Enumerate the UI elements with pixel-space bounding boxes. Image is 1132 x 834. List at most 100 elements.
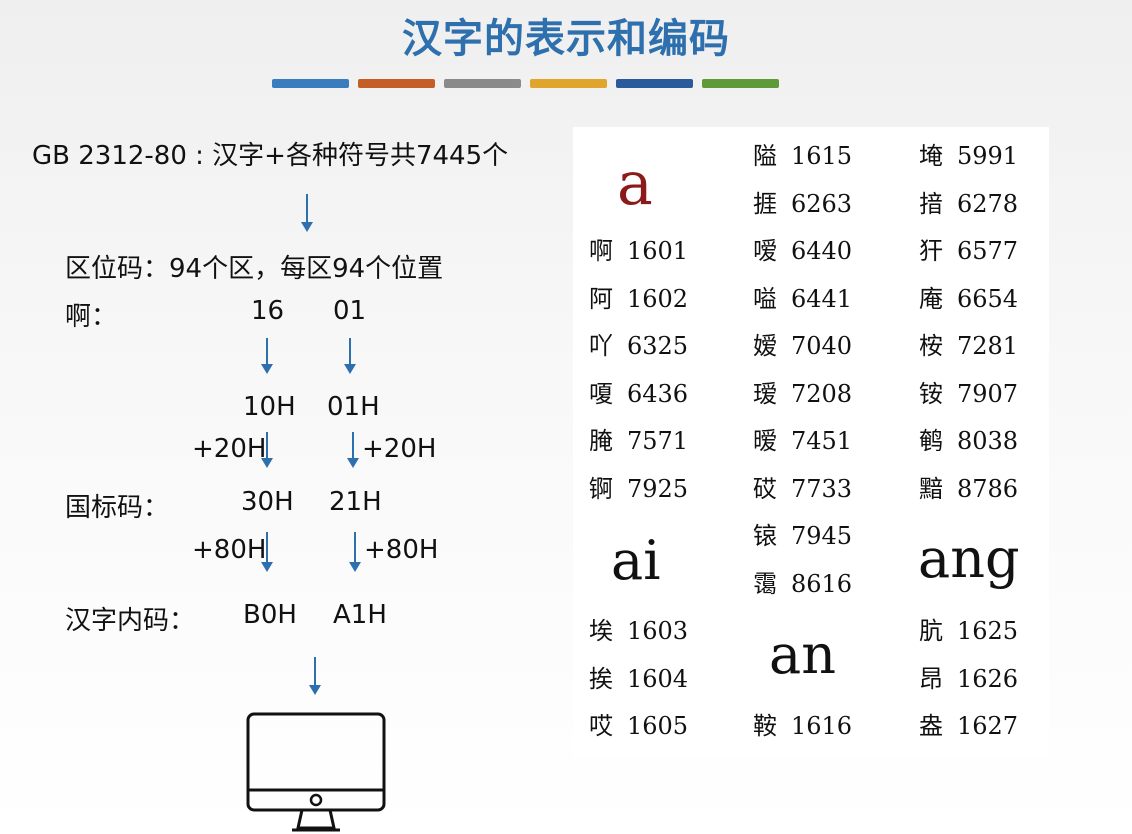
hanzi-char: 捱 (753, 189, 777, 218)
quwei-code: 6441 (791, 284, 853, 313)
quwei-code: 1627 (957, 712, 1019, 740)
quwei-code: 1615 (791, 142, 853, 170)
hanzi-char: 锿 (753, 522, 777, 550)
quwei-code: 8616 (791, 569, 853, 598)
example-char-label: 啊： (65, 302, 118, 332)
quwei-code: 1601 (627, 237, 689, 265)
char-code-entry: 吖 6325 (589, 326, 688, 361)
quwei-code: 1605 (627, 712, 689, 740)
color-bar (444, 79, 521, 88)
plus20-right-label: +20H (362, 434, 437, 464)
char-code-entry: 挨 1604 (589, 659, 688, 694)
down-arrow-icon (261, 532, 273, 572)
hanzi-char: 桉 (919, 332, 943, 360)
hanzi-char: 哎 (589, 712, 613, 740)
char-code-entry: 嫒 7040 (753, 326, 852, 361)
pinyin-header: ai (611, 529, 661, 592)
char-code-entry: 隘 1615 (753, 136, 852, 171)
char-code-entry: 砹 7733 (753, 469, 852, 504)
down-arrow-icon (349, 532, 361, 572)
quwei-code: 8038 (957, 427, 1019, 455)
wei-value: 01 (333, 296, 367, 326)
char-code-entry: 犴 6577 (919, 231, 1018, 266)
quwei-code: 7925 (627, 474, 689, 503)
hex-qu-value: 10H (243, 392, 296, 422)
down-arrow-icon (261, 338, 273, 374)
down-arrow-icon (344, 338, 356, 374)
quwei-code: 1625 (957, 617, 1019, 645)
quwei-line: 区位码：94个区，每区94个位置 (65, 254, 444, 284)
char-code-entry: 嗄 6436 (589, 374, 688, 409)
char-code-entry: 腌 7571 (589, 421, 688, 456)
page-title: 汉字的表示和编码 (402, 16, 730, 62)
color-bar (358, 79, 435, 88)
hanzi-char: 霭 (753, 569, 777, 598)
hanzi-char: 揞 (919, 189, 943, 218)
quwei-code: 6436 (627, 379, 689, 408)
guobiao-label: 国标码： (65, 493, 170, 523)
hanzi-char: 腌 (589, 427, 613, 455)
quwei-code: 6654 (957, 284, 1019, 313)
color-bar (616, 79, 693, 88)
hanzi-char: 砹 (753, 474, 777, 503)
hanzi-char: 埃 (589, 617, 613, 645)
nm-wei-value: A1H (333, 600, 387, 630)
hanzi-char: 埯 (919, 142, 943, 170)
hanzi-char: 肮 (919, 617, 943, 645)
char-code-entry: 肮 1625 (919, 611, 1018, 646)
monitor-icon (246, 712, 386, 832)
color-bar (530, 79, 607, 88)
down-arrow-icon (347, 432, 359, 468)
char-code-entry: 黯 8786 (919, 469, 1018, 504)
quwei-code: 1626 (957, 664, 1019, 693)
hanzi-char: 吖 (589, 332, 613, 360)
neima-label: 汉字内码： (65, 606, 196, 636)
quwei-code: 7451 (791, 427, 853, 455)
char-code-entry: 桉 7281 (919, 326, 1018, 361)
hanzi-char: 嗌 (753, 284, 777, 313)
hanzi-char: 嗄 (589, 379, 613, 408)
char-code-entry: 锿 7945 (753, 516, 852, 551)
hanzi-char: 昂 (919, 664, 943, 693)
hanzi-char: 庵 (919, 284, 943, 313)
nm-qu-value: B0H (243, 600, 297, 630)
char-code-entry: 盎 1627 (919, 706, 1018, 741)
char-code-entry: 鞍 1616 (753, 706, 852, 741)
char-code-entry: 铵 7907 (919, 374, 1018, 409)
char-code-entry: 瑷 7208 (753, 374, 852, 409)
hanzi-char: 嗳 (753, 237, 777, 265)
down-arrow-icon (301, 194, 313, 232)
char-code-entry: 嗌 6441 (753, 279, 852, 314)
char-code-entry: 嗳 6440 (753, 231, 852, 266)
quwei-code: 5991 (957, 142, 1019, 170)
pinyin-code-table: a 啊 1601 阿 1602 吖 6325 嗄 6436 腌 7571 锕 7925 ai 埃 1603 挨 1… (573, 127, 1049, 757)
quwei-code: 7907 (957, 379, 1019, 408)
quwei-code: 6263 (791, 189, 853, 218)
char-code-entry: 霭 8616 (753, 564, 852, 599)
char-code-entry: 昂 1626 (919, 659, 1018, 694)
quwei-code: 7945 (791, 522, 853, 550)
hanzi-char: 隘 (753, 142, 777, 170)
quwei-code: 6325 (627, 332, 689, 360)
hanzi-char: 犴 (919, 237, 943, 265)
color-bar (272, 79, 349, 88)
char-code-entry: 哎 1605 (589, 706, 688, 741)
qu-value: 16 (251, 296, 285, 326)
quwei-code: 6577 (957, 237, 1019, 265)
char-code-entry: 鹌 8038 (919, 421, 1018, 456)
quwei-code: 7571 (627, 427, 689, 455)
hanzi-char: 阿 (589, 284, 613, 313)
hanzi-char: 铵 (919, 379, 943, 408)
plus20-left-label: +20H (192, 434, 267, 464)
plus80-right-label: +80H (364, 535, 439, 565)
hanzi-char: 锕 (589, 474, 613, 503)
char-code-entry: 埯 5991 (919, 136, 1018, 171)
char-code-entry: 锕 7925 (589, 469, 688, 504)
pinyin-header: a (617, 149, 653, 219)
char-code-entry: 暧 7451 (753, 421, 852, 456)
hanzi-char: 嫒 (753, 332, 777, 360)
quwei-code: 6440 (791, 237, 853, 265)
hanzi-char: 啊 (589, 237, 613, 265)
color-bar (702, 79, 779, 88)
hanzi-char: 暧 (753, 427, 777, 455)
